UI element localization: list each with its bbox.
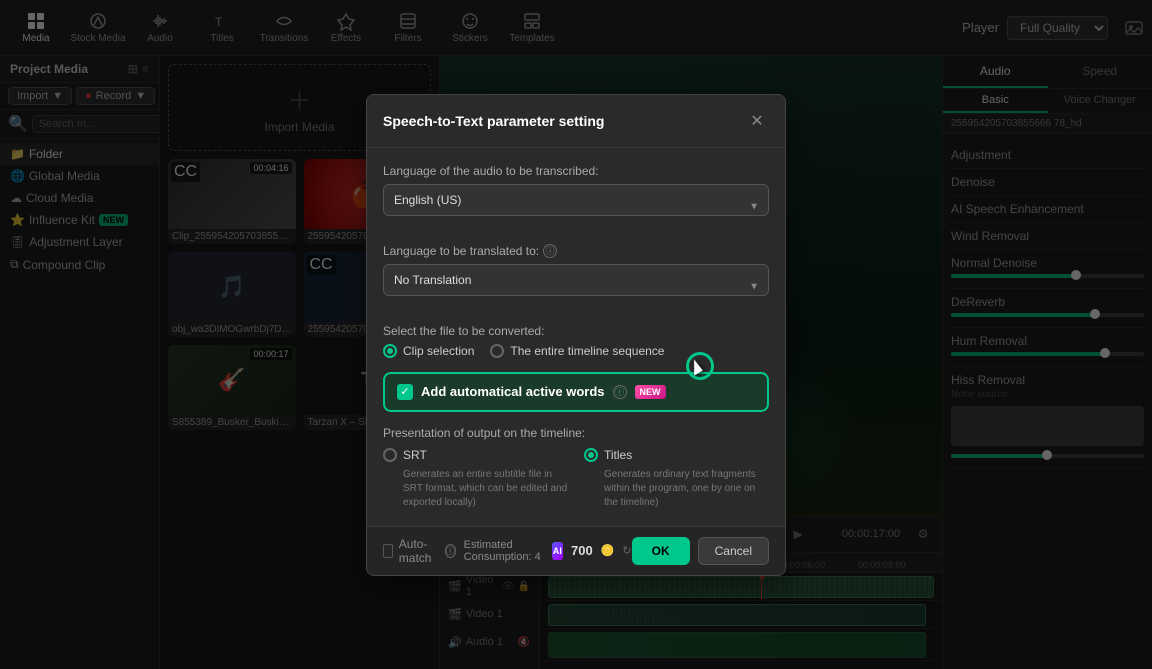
estimated-label: Estimated Consumption: 4 bbox=[464, 539, 544, 563]
auto-match-checkbox[interactable] bbox=[383, 544, 393, 558]
footer-left: Auto-match ⓘ Estimated Consumption: 4 AI… bbox=[383, 537, 632, 565]
translate-label: Language to be translated to: bbox=[383, 244, 539, 258]
auto-words-info-icon[interactable]: ⓘ bbox=[613, 385, 627, 399]
footer-right: OK Cancel bbox=[632, 537, 769, 565]
radio-titles[interactable]: Titles bbox=[584, 448, 769, 462]
auto-words-label: Add automatical active words bbox=[421, 384, 605, 399]
modal-overlay: Speech-to-Text parameter setting ✕ Langu… bbox=[0, 0, 1152, 669]
translate-select-wrapper: No Translation Spanish French bbox=[383, 264, 769, 310]
lang-select-wrapper: English (US) English (UK) Spanish bbox=[383, 184, 769, 230]
radio-srt[interactable]: SRT bbox=[383, 448, 568, 462]
titles-desc: Generates ordinary text fragments within… bbox=[584, 468, 769, 510]
radio-srt-circle bbox=[383, 448, 397, 462]
radio-clip-circle bbox=[383, 344, 397, 358]
auto-match-info-icon[interactable]: ⓘ bbox=[445, 544, 456, 558]
radio-timeline-sequence[interactable]: The entire timeline sequence bbox=[490, 344, 664, 358]
modal-footer: Auto-match ⓘ Estimated Consumption: 4 AI… bbox=[367, 526, 785, 575]
modal-header: Speech-to-Text parameter setting ✕ bbox=[367, 95, 785, 148]
auto-match-row: Auto-match ⓘ bbox=[383, 537, 456, 565]
credit-count: 700 bbox=[571, 543, 593, 558]
ok-button[interactable]: OK bbox=[632, 537, 690, 565]
output-srt: SRT Generates an entire subtitle file in… bbox=[383, 448, 568, 510]
convert-radio-group: Clip selection The entire timeline seque… bbox=[383, 344, 769, 358]
auto-words-checkbox[interactable]: ✓ bbox=[397, 384, 413, 400]
speech-to-text-modal: Speech-to-Text parameter setting ✕ Langu… bbox=[366, 94, 786, 576]
radio-clip-selection[interactable]: Clip selection bbox=[383, 344, 474, 358]
translate-select[interactable]: No Translation Spanish French bbox=[383, 264, 769, 296]
output-titles: Titles Generates ordinary text fragments… bbox=[584, 448, 769, 510]
ai-icon: AI bbox=[552, 542, 563, 560]
credit-icon: 🪙 bbox=[601, 544, 615, 557]
lang-label: Language of the audio to be transcribed: bbox=[383, 164, 769, 178]
srt-desc: Generates an entire subtitle file in SRT… bbox=[383, 468, 568, 510]
auto-words-row: ✓ Add automatical active words ⓘ NEW bbox=[383, 372, 769, 412]
presentation-label: Presentation of output on the timeline: bbox=[383, 426, 769, 440]
radio-titles-circle bbox=[584, 448, 598, 462]
output-options: SRT Generates an entire subtitle file in… bbox=[383, 448, 769, 510]
convert-label: Select the file to be converted: bbox=[383, 324, 769, 338]
radio-timeline-circle bbox=[490, 344, 504, 358]
modal-body: Language of the audio to be transcribed:… bbox=[367, 148, 785, 526]
modal-title: Speech-to-Text parameter setting bbox=[383, 113, 604, 129]
translate-info-icon[interactable]: ⓘ bbox=[543, 244, 557, 258]
refresh-icon[interactable]: ↻ bbox=[622, 544, 631, 557]
lang-select[interactable]: English (US) English (UK) Spanish bbox=[383, 184, 769, 216]
modal-close-button[interactable]: ✕ bbox=[745, 109, 769, 133]
cancel-button[interactable]: Cancel bbox=[698, 537, 769, 565]
translate-label-row: Language to be translated to: ⓘ bbox=[383, 244, 769, 258]
auto-words-new-badge: NEW bbox=[635, 385, 666, 399]
